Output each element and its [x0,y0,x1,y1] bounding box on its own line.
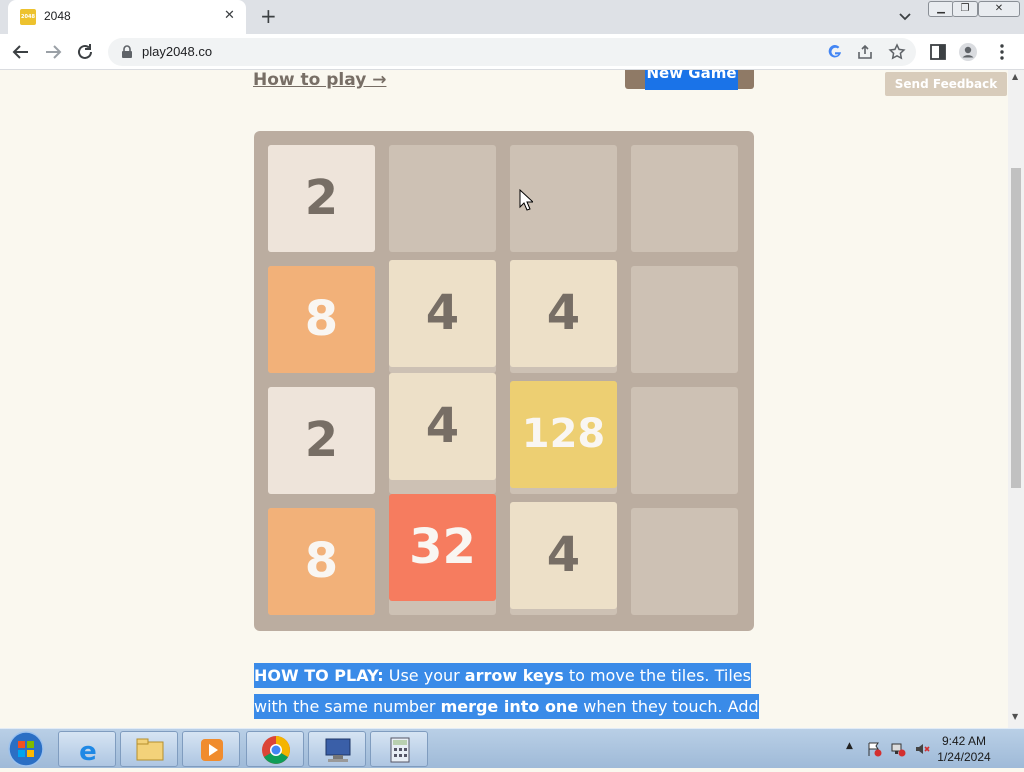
instructions-text: Use your [383,666,465,685]
tile-4: 4 [389,373,496,480]
calculator-icon [390,737,410,763]
maximize-button[interactable]: ❐ [952,1,978,17]
system-tray: ▲ 9:42 AM 1/24/2024 [842,729,1024,769]
lock-icon[interactable] [120,45,134,59]
internet-explorer-taskbar-button[interactable]: e [58,731,116,767]
calculator-taskbar-button[interactable] [370,731,428,767]
network-icon[interactable] [890,741,906,757]
scroll-thumb[interactable] [1011,168,1021,488]
side-panel-icon[interactable] [928,42,948,62]
vertical-scrollbar[interactable]: ▲ ▼ [1008,70,1024,728]
computer-icon [325,738,351,762]
tile-4: 4 [510,502,617,609]
start-button[interactable] [6,730,46,768]
clock-date[interactable]: 1/24/2024 [934,750,994,764]
chrome-taskbar-button[interactable] [246,731,304,767]
scroll-down-icon[interactable]: ▼ [1012,712,1018,721]
media-player-icon [201,739,223,761]
volume-muted-icon[interactable] [914,741,930,757]
new-tab-button[interactable]: + [260,5,277,27]
tile-4: 4 [389,260,496,367]
tab-search-icon[interactable] [896,9,914,25]
how-to-play-instructions: HOW TO PLAY: Use your arrow keys to move… [254,660,774,722]
menu-icon[interactable] [992,42,1012,62]
remote-desktop-taskbar-button[interactable] [308,731,366,767]
grid-cell [631,508,738,615]
instructions-lead: HOW TO PLAY: [254,666,384,685]
browser-tab[interactable]: 2048 2048 ✕ [8,0,246,34]
tile-8: 8 [268,508,375,615]
chrome-icon [262,736,290,764]
tab-title: 2048 [44,9,71,23]
browser-toolbar: play2048.co [0,34,1024,70]
url-text[interactable]: play2048.co [142,44,212,59]
page-content: How to play → New Game Send Feedback 284… [0,70,1008,728]
how-to-play-link[interactable]: How to play → [253,70,386,90]
new-game-button[interactable]: New Game [625,70,754,90]
forward-icon[interactable] [42,41,64,63]
clock-time[interactable]: 9:42 AM [934,734,994,748]
address-bar[interactable]: play2048.co [108,38,916,66]
internet-explorer-icon: e [79,737,97,767]
tile-2: 2 [268,387,375,494]
instructions-bold: merge into one [440,697,579,716]
action-center-flag-icon[interactable] [866,741,882,757]
instructions-text: when they touch. Add [578,697,759,716]
instructions-text: with the same number [254,697,441,716]
grid-cell [631,266,738,373]
show-hidden-icons-icon[interactable]: ▲ [846,741,853,751]
tab-strip: 2048 2048 ✕ + ▁ ❐ ✕ [0,0,1024,34]
bookmark-star-icon[interactable] [888,43,906,61]
taskbar: e ▲ 9:42 AM 1/24/2024 [0,728,1024,768]
scroll-up-icon[interactable]: ▲ [1012,72,1018,81]
instructions-bold: arrow keys [464,666,564,685]
instructions-text: to move the tiles. Tiles [563,666,751,685]
new-game-label[interactable]: New Game [645,70,738,90]
grid-cell [631,145,738,252]
grid-cell [389,145,496,252]
reload-icon[interactable] [74,41,96,63]
tab-close-icon[interactable]: ✕ [224,8,235,23]
back-icon[interactable] [10,41,32,63]
close-window-button[interactable]: ✕ [978,1,1020,17]
tile-128: 128 [510,381,617,488]
google-icon[interactable] [826,43,844,61]
favicon-icon: 2048 [20,9,36,25]
folder-icon [136,738,164,761]
media-player-taskbar-button[interactable] [182,731,240,767]
svg-text:e: e [79,737,97,767]
send-feedback-button[interactable]: Send Feedback [885,72,1007,96]
tile-32: 32 [389,494,496,601]
tile-8: 8 [268,266,375,373]
grid-cell [631,387,738,494]
profile-icon[interactable] [958,42,978,62]
minimize-button[interactable]: ▁ [928,1,954,17]
tile-2: 2 [268,145,375,252]
share-icon[interactable] [856,43,874,61]
mouse-cursor-icon [519,189,533,211]
tile-4: 4 [510,260,617,367]
file-explorer-taskbar-button[interactable] [120,731,178,767]
game-board: 2 8 4 4 2 4 128 8 32 4 [254,131,754,631]
